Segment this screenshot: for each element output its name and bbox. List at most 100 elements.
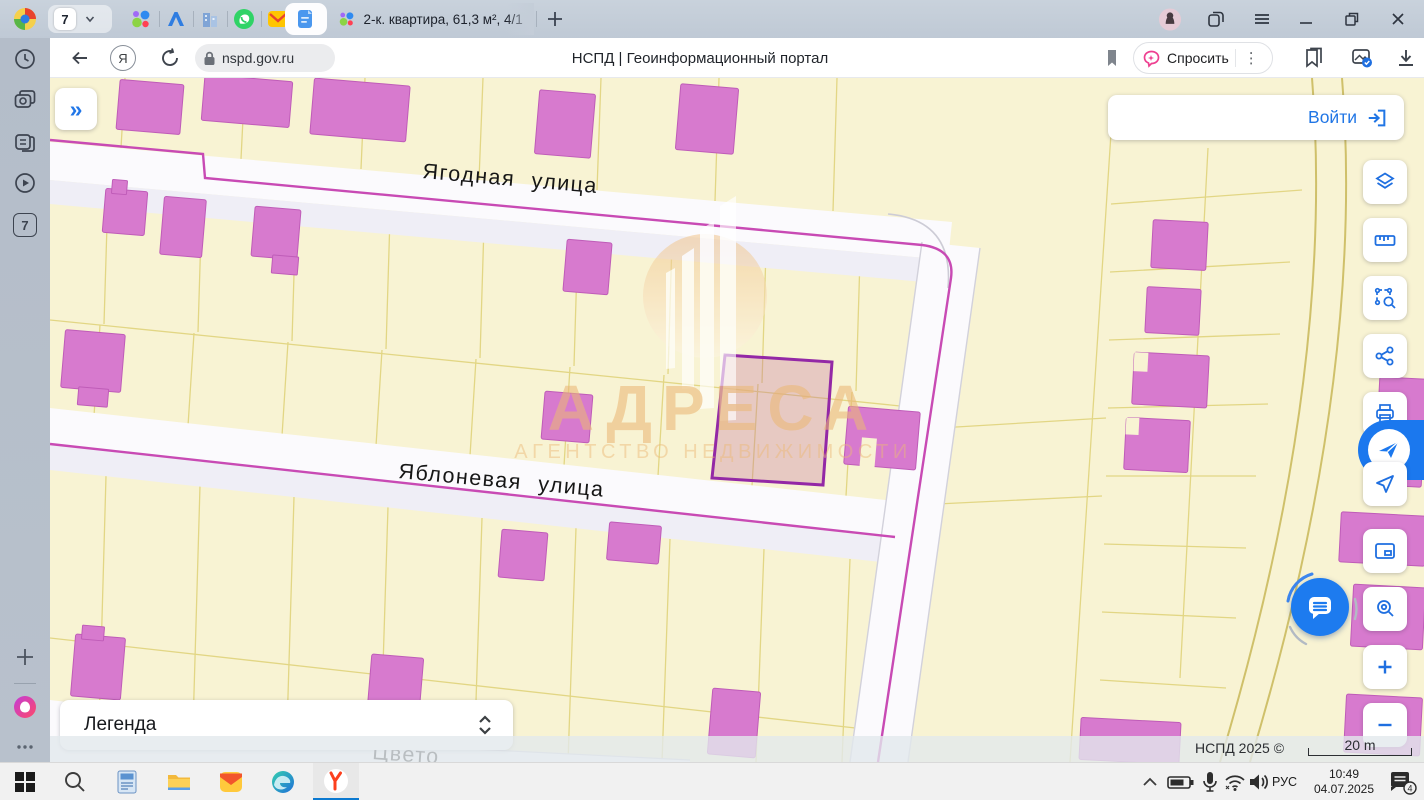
sidebar-tabs-icon[interactable]: 7 xyxy=(13,213,37,237)
map-area: Ягодная улица Яблоневая улица Цвето АДРЕ… xyxy=(50,78,1424,762)
yandex-browser-taskbar-active[interactable] xyxy=(313,763,359,800)
taskbar-app-icon[interactable] xyxy=(114,769,140,795)
close-button[interactable] xyxy=(1386,7,1410,31)
watermark-title: АДРЕСА xyxy=(548,372,878,444)
browser-sidebar: 7 xyxy=(0,38,50,762)
taskbar-time: 10:49 xyxy=(1306,767,1382,782)
pinned-tab-building-icon[interactable] xyxy=(199,8,221,30)
minus-icon xyxy=(1373,713,1397,737)
tab-listing[interactable]: 2-к. квартира, 61,3 м², 4/1 xyxy=(334,3,534,35)
mini-map-button[interactable] xyxy=(1363,529,1407,573)
watermark-subtitle: АГЕНТСТВО НЕДВИЖИМОСТИ xyxy=(514,441,911,463)
ask-more-menu[interactable]: ⋮ xyxy=(1235,49,1261,67)
notification-count: 4 xyxy=(1407,783,1412,793)
divider xyxy=(261,11,262,27)
ruler-icon xyxy=(1373,228,1397,252)
url-text: nspd.gov.ru xyxy=(222,50,294,66)
tab-counter-value: 7 xyxy=(54,8,76,30)
language-indicator[interactable]: РУС xyxy=(1272,775,1297,789)
share-button[interactable] xyxy=(1363,334,1407,378)
url-field[interactable]: nspd.gov.ru xyxy=(195,44,335,72)
yandex-browser-y-icon xyxy=(323,768,349,794)
pinned-tab-active[interactable] xyxy=(285,3,327,35)
locate-button[interactable] xyxy=(1363,462,1407,506)
attribution-text: НСПД 2025 © xyxy=(1195,740,1284,756)
yandex-browser-logo-icon[interactable] xyxy=(11,5,39,33)
tab-title-fade xyxy=(506,3,534,35)
maximize-button[interactable] xyxy=(1340,7,1364,31)
divider xyxy=(536,11,537,27)
back-button[interactable] xyxy=(68,46,92,70)
chat-bubble-icon xyxy=(1305,592,1335,622)
pinned-tab-a-icon[interactable] xyxy=(165,8,187,30)
zoom-in-button[interactable] xyxy=(1363,645,1407,689)
pinned-tab-whatsapp-icon[interactable] xyxy=(233,8,255,30)
alice-assistant-icon[interactable] xyxy=(13,695,37,719)
avito-icon xyxy=(338,10,355,28)
picture-in-picture-icon xyxy=(1373,539,1397,563)
collections-icon[interactable] xyxy=(1302,46,1326,70)
legend-collapse-icon[interactable] xyxy=(477,712,493,738)
layers-icon xyxy=(1373,170,1397,194)
start-button[interactable] xyxy=(12,769,38,795)
edge-browser-icon[interactable] xyxy=(270,769,296,795)
lock-icon xyxy=(203,51,216,66)
download-icon[interactable] xyxy=(1394,46,1418,70)
battery-icon[interactable] xyxy=(1166,769,1196,795)
profile-avatar[interactable] xyxy=(1158,7,1182,31)
video-icon[interactable] xyxy=(13,171,37,195)
chat-widget[interactable] xyxy=(1278,565,1364,651)
wifi-icon[interactable] xyxy=(1222,769,1248,795)
add-panel-icon[interactable] xyxy=(13,645,37,669)
divider xyxy=(159,11,160,27)
pinned-tab-avito-icon[interactable] xyxy=(130,8,152,30)
minimize-button[interactable] xyxy=(1294,7,1318,31)
taskbar-search-icon[interactable] xyxy=(62,769,88,795)
file-explorer-icon[interactable] xyxy=(166,769,192,795)
navigation-arrow-icon xyxy=(1373,472,1397,496)
history-icon[interactable] xyxy=(13,47,37,71)
browser-tab-bar: 7 xyxy=(0,0,1424,38)
notification-icon: 4 xyxy=(1388,769,1418,797)
login-label: Войти xyxy=(1308,107,1357,128)
hidden-icons-chevron[interactable] xyxy=(1140,769,1160,795)
ask-ai-button[interactable]: Спросить ⋮ xyxy=(1133,42,1273,74)
divider xyxy=(227,11,228,27)
page-title: НСПД | Геоинформационный портал xyxy=(470,38,930,78)
more-options-icon[interactable] xyxy=(13,735,37,759)
tabs-overview-button[interactable] xyxy=(1204,7,1228,31)
menu-button[interactable] xyxy=(1250,7,1274,31)
yandex-page-badge[interactable]: Я xyxy=(110,45,136,71)
taskbar-clock[interactable]: 10:49 04.07.2025 xyxy=(1306,767,1382,797)
ask-sparkle-icon xyxy=(1142,49,1161,68)
image-translate-icon[interactable] xyxy=(1350,46,1374,70)
screen: 7 xyxy=(0,0,1424,800)
legend-title: Легенда xyxy=(84,714,156,736)
expand-sidebar-button[interactable]: » xyxy=(55,88,97,130)
document-icon xyxy=(295,8,317,30)
search-location-button[interactable] xyxy=(1363,587,1407,631)
taskbar-date: 04.07.2025 xyxy=(1306,782,1382,797)
feed-icon[interactable] xyxy=(13,130,37,154)
login-icon xyxy=(1366,107,1388,129)
area-select-button[interactable] xyxy=(1363,276,1407,320)
measure-button[interactable] xyxy=(1363,218,1407,262)
map-canvas[interactable]: Ягодная улица Яблоневая улица Цвето АДРЕ… xyxy=(50,78,1424,762)
volume-icon[interactable] xyxy=(1246,769,1272,795)
windows-taskbar: РУС 10:49 04.07.2025 4 xyxy=(0,762,1424,800)
chat-button[interactable] xyxy=(1291,578,1349,636)
share-icon xyxy=(1373,344,1397,368)
reload-button[interactable] xyxy=(158,46,182,70)
login-bar[interactable]: Войти xyxy=(1108,95,1404,140)
layers-button[interactable] xyxy=(1363,160,1407,204)
mail-app-icon[interactable] xyxy=(218,769,244,795)
notification-center[interactable]: 4 xyxy=(1388,769,1418,795)
address-bar: Я nspd.gov.ru НСПД | Геоинформационный п… xyxy=(50,38,1424,78)
tab-counter[interactable]: 7 xyxy=(48,5,112,33)
sidebar-divider xyxy=(14,683,36,684)
screenshot-icon[interactable] xyxy=(13,88,37,112)
microphone-icon[interactable] xyxy=(1200,769,1220,795)
new-tab-button[interactable] xyxy=(544,8,566,30)
bookmark-icon[interactable] xyxy=(1100,46,1124,70)
search-location-icon xyxy=(1373,597,1397,621)
